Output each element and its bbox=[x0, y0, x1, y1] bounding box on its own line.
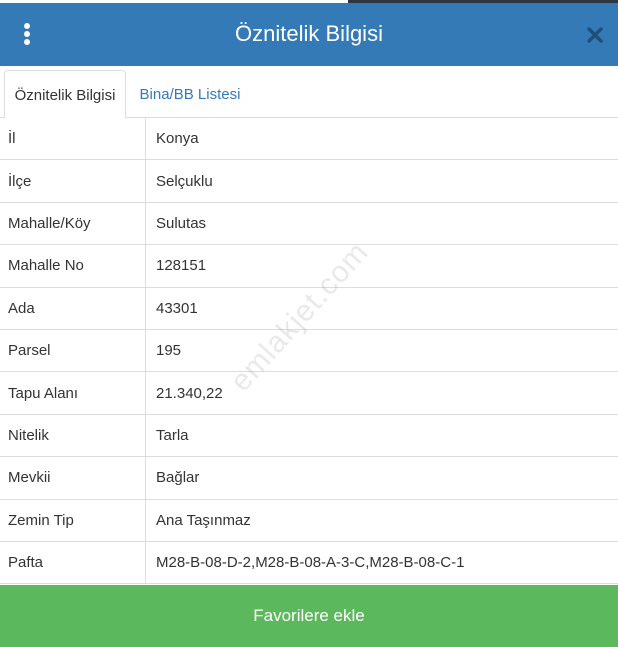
table-row: Mevkii Bağlar bbox=[0, 457, 618, 500]
row-value: Konya bbox=[156, 130, 199, 148]
row-label: İlçe bbox=[0, 160, 146, 202]
table-row: Mahalle/Köy Sulutas bbox=[0, 202, 618, 246]
row-value: Tarla bbox=[156, 426, 189, 444]
table-row: Parsel 195 bbox=[0, 329, 618, 373]
add-to-favorites-button[interactable]: Favorilere ekle bbox=[0, 585, 618, 647]
table-row: İl Konya bbox=[0, 118, 618, 161]
table-row: Tapu Alanı 21.340,22 bbox=[0, 372, 618, 415]
row-label: İl bbox=[0, 118, 146, 160]
table-row: Pafta M28-B-08-D-2,M28-B-08-A-3-C,M28-B-0… bbox=[0, 541, 618, 585]
table-row: Zemin Tip Ana Taşınmaz bbox=[0, 499, 618, 542]
row-label: Pafta bbox=[0, 541, 146, 584]
table-row: Mahalle No 128151 bbox=[0, 245, 618, 288]
table-row: İlçe Selçuklu bbox=[0, 160, 618, 203]
row-value: Bağlar bbox=[156, 469, 200, 487]
row-label: Mahalle/Köy bbox=[0, 202, 146, 245]
tab-attribute-info[interactable]: Öznitelik Bilgisi bbox=[4, 70, 126, 119]
row-label: Zemin Tip bbox=[0, 499, 146, 541]
row-value: Sulutas bbox=[156, 214, 207, 232]
table-row: Nitelik Tarla bbox=[0, 414, 618, 458]
row-value: M28-B-08-D-2,M28-B-08-A-3-C,M28-B-08-C-1 bbox=[156, 554, 465, 572]
row-label: Mevkii bbox=[0, 457, 146, 499]
row-value: Selçuklu bbox=[156, 172, 213, 190]
row-label: Parsel bbox=[0, 329, 146, 372]
table-row: Ada 43301 bbox=[0, 287, 618, 330]
row-value: 128151 bbox=[156, 257, 207, 275]
row-value: 195 bbox=[156, 342, 182, 360]
tab-building-list[interactable]: Bina/BB Listesi bbox=[126, 70, 254, 119]
close-icon[interactable] bbox=[582, 22, 608, 48]
modal-header: Öznitelik Bilgisi bbox=[0, 3, 618, 66]
row-value: Ana Taşınmaz bbox=[156, 511, 251, 529]
attribute-table: İl Konya İlçe Selçuklu Mahalle/Köy Sulutas … bbox=[0, 118, 618, 585]
row-label: Ada bbox=[0, 287, 146, 329]
row-label: Mahalle No bbox=[0, 245, 146, 287]
modal-title: Öznitelik Bilgisi bbox=[235, 21, 383, 46]
row-label: Nitelik bbox=[0, 414, 146, 457]
tab-bar: Öznitelik Bilgisi Bina/BB Listesi bbox=[0, 66, 618, 119]
row-value: 21.340,22 bbox=[156, 384, 223, 402]
row-label: Tapu Alanı bbox=[0, 372, 146, 414]
row-value: 43301 bbox=[156, 299, 198, 317]
